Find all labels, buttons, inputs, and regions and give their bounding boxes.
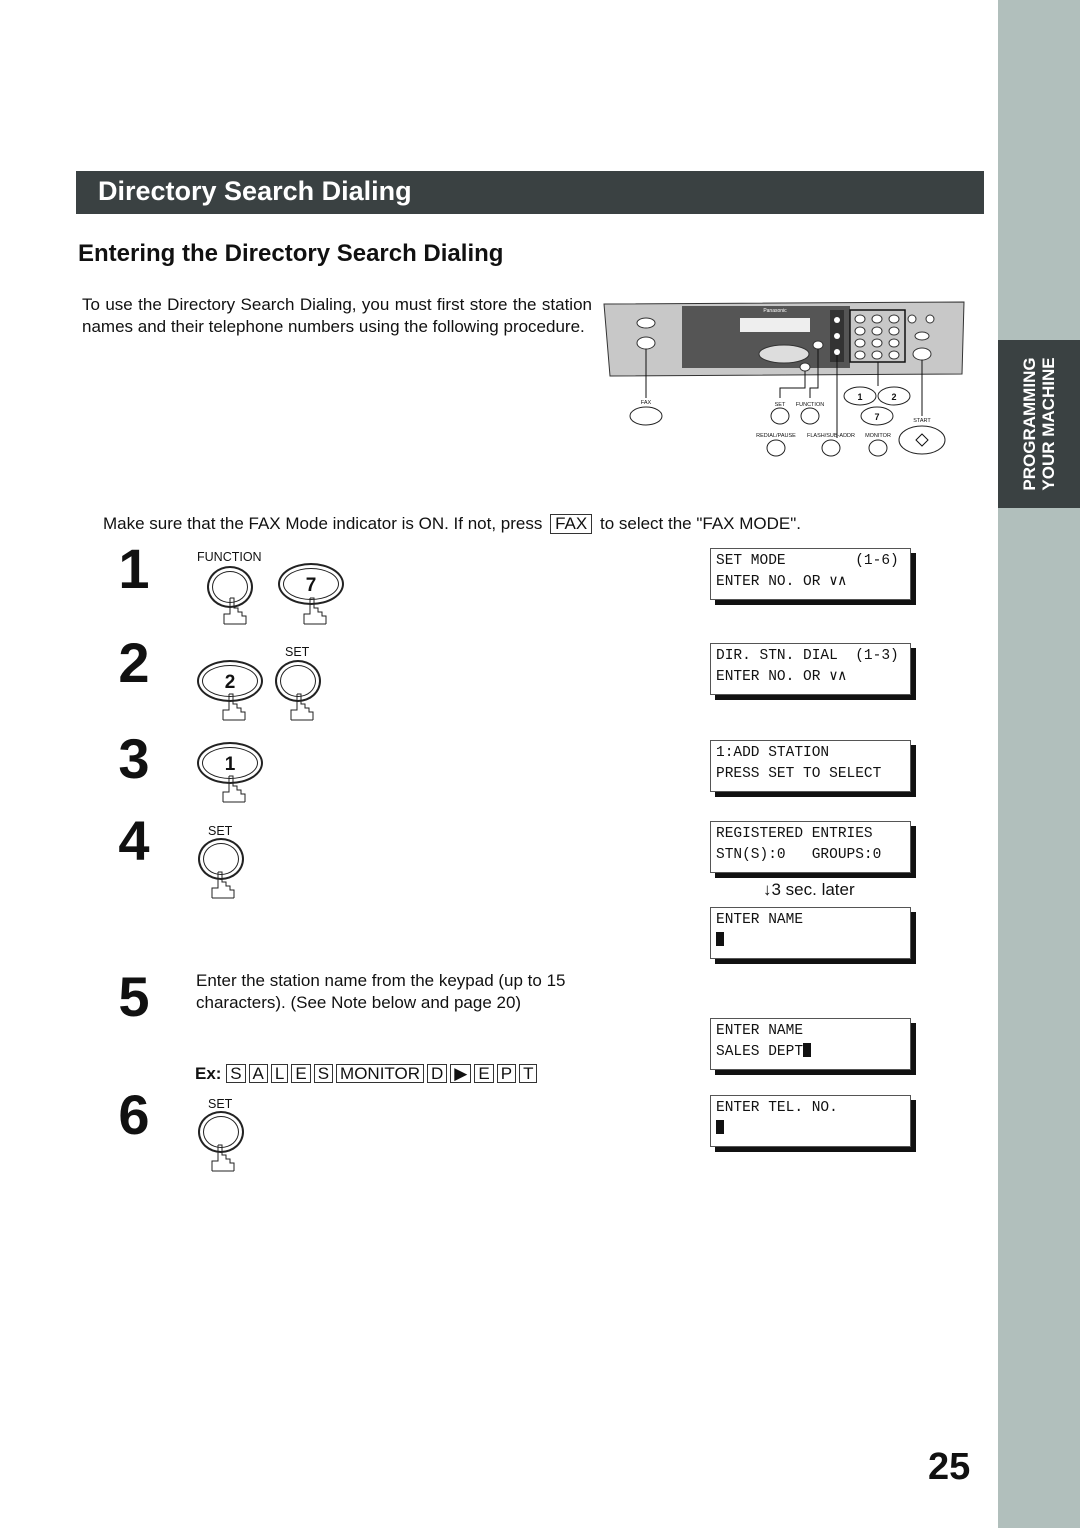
right-arrow-icon: ▶ [450, 1064, 472, 1083]
example-key: D [427, 1064, 448, 1083]
fax-key: FAX [550, 514, 593, 534]
example-key: P [496, 1064, 517, 1083]
example-key: S [313, 1064, 334, 1083]
pressing-hand-icon [222, 693, 246, 721]
example-key: A [248, 1064, 268, 1083]
panel-label-function: FUNCTION [796, 402, 824, 408]
cursor-block [716, 1120, 724, 1134]
pressing-hand-icon [223, 597, 247, 625]
cursor-block [803, 1043, 812, 1057]
panel-label-monitor: MONITOR [865, 433, 891, 439]
chapter-tab-line1: PROGRAMMING [1020, 357, 1039, 491]
lcd-step5: ENTER NAME SALES DEPT [710, 1018, 911, 1070]
lcd-step6: ENTER TEL. NO. [710, 1095, 911, 1147]
pressing-hand-icon [290, 693, 314, 721]
step5-instruction: Enter the station name from the keypad (… [196, 971, 566, 1012]
panel-brand: Panasonic [763, 308, 787, 314]
panel-label-set: SET [775, 402, 786, 408]
step-number-5: 5 [118, 965, 150, 1028]
panel-key-7: 7 [874, 412, 879, 422]
pressing-hand-icon [211, 1144, 235, 1172]
lcd-step2: DIR. STN. DIAL (1-3) ENTER NO. OR ∨∧ [710, 643, 911, 695]
function-label: FUNCTION [197, 550, 262, 564]
lcd-step4-after: ENTER NAME [710, 907, 911, 959]
step-number-2: 2 [118, 631, 150, 694]
cursor-block [716, 932, 724, 946]
panel-label-flash: FLASH/SUB-ADDR [807, 433, 855, 439]
example-key-monitor: MONITOR [336, 1064, 425, 1083]
delay-note: ↓3 sec. later [763, 880, 855, 899]
fax-mode-text-after: to select the "FAX MODE". [599, 514, 801, 533]
page-number: 25 [928, 1446, 971, 1488]
step-number-4: 4 [118, 809, 150, 872]
panel-key-1: 1 [857, 392, 862, 402]
lcd-step1: SET MODE (1-6) ENTER NO. OR ∨∧ [710, 548, 911, 600]
set-label-step6: SET [208, 1097, 233, 1111]
panel-label-fax: FAX [641, 400, 652, 406]
side-strip [998, 0, 1080, 1528]
section-header: Directory Search Dialing [76, 171, 984, 214]
example-key: E [474, 1064, 494, 1083]
step-number-1: 1 [118, 537, 150, 600]
pressing-hand-icon [222, 775, 246, 803]
example-key: E [291, 1064, 311, 1083]
panel-display [740, 318, 810, 332]
lcd-step3: 1:ADD STATION PRESS SET TO SELECT [710, 740, 911, 792]
control-panel-diagram: Panasonic FAX SET FUNCTION START REDIAL/… [603, 301, 965, 457]
panel-key-2: 2 [891, 392, 896, 402]
example-key: L [270, 1064, 289, 1083]
chapter-tab: PROGRAMMING YOUR MACHINE [998, 340, 1080, 508]
example-key: T [519, 1064, 538, 1083]
step-number-3: 3 [118, 727, 150, 790]
pressing-hand-icon [303, 597, 327, 625]
intro-text: To use the Directory Search Dialing, you… [82, 295, 592, 336]
page-heading: Entering the Directory Search Dialing [78, 240, 504, 267]
panel-label-start: START [913, 418, 931, 424]
pressing-hand-icon [211, 871, 235, 899]
lcd-step4: REGISTERED ENTRIES STN(S):0 GROUPS:0 [710, 821, 911, 873]
example-label: Ex: [195, 1064, 222, 1083]
chapter-tab-line2: YOUR MACHINE [1039, 357, 1058, 491]
fax-mode-instruction: Make sure that the FAX Mode indicator is… [103, 514, 801, 534]
step-number-6: 6 [118, 1083, 150, 1146]
set-label-step4: SET [208, 824, 233, 838]
section-title: Directory Search Dialing [98, 176, 412, 206]
set-label-step2: SET [285, 645, 310, 659]
example-keys: Ex: S A L E S MONITOR D ▶ E P T [195, 1064, 540, 1084]
fax-mode-text-before: Make sure that the FAX Mode indicator is… [103, 514, 543, 533]
example-key: S [226, 1064, 246, 1083]
panel-label-redial: REDIAL/PAUSE [756, 433, 796, 439]
